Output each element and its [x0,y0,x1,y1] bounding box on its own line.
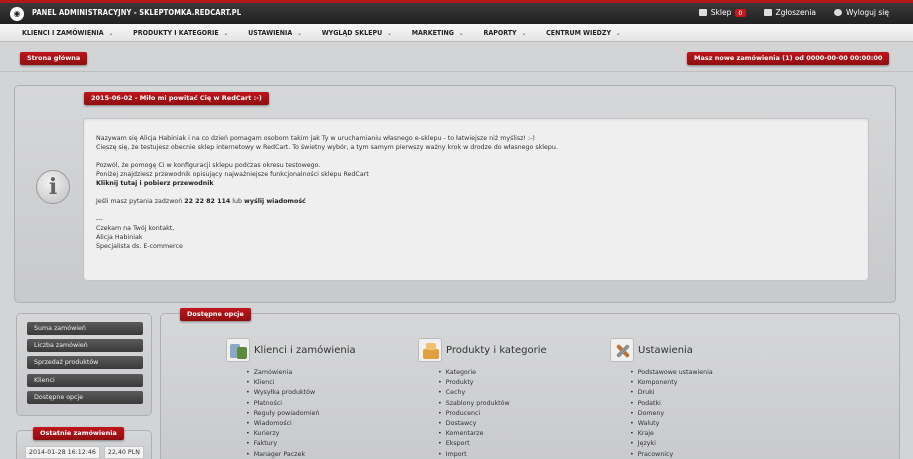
settings-tools-icon [610,338,634,362]
options-column-settings: Ustawienia Podstawowe ustawienia Kompone… [610,338,713,459]
option-link[interactable]: Zamówienia [246,368,356,378]
welcome-header: 2015-06-02 - Miło mi powitać Cię w RedCa… [84,92,269,105]
sidebar-item-clients[interactable]: Klienci [27,374,143,387]
welcome-line: Nazywam się Alicja Habiniak i na co dzie… [96,135,535,142]
menu-clients-orders[interactable]: KLIENCI I ZAMÓWIENIA ⌄ [22,29,113,37]
recent-orders-header: Ostatnie zamówienia [33,427,124,440]
option-link[interactable]: Waluty [630,419,713,429]
chevron-down-icon: ⌄ [108,30,114,37]
info-icon: i [36,170,70,204]
option-link[interactable]: Cechy [438,388,547,398]
option-link[interactable]: Producenci [438,409,547,419]
option-link[interactable]: Podatki [630,399,713,409]
options-column-title: Klienci i zamówienia [254,344,356,356]
tickets-link[interactable]: Zgłoszenia [763,8,817,17]
options-column-title: Ustawienia [638,344,693,356]
panel-title: PANEL ADMINISTRACYJNY - SKLEPTOMKA.REDCA… [32,8,242,17]
option-link[interactable]: Kraje [630,429,713,439]
menu-marketing[interactable]: MARKETING ⌄ [412,29,464,37]
option-link[interactable]: Wysyłka produktów [246,388,356,398]
option-link[interactable]: Eksport [438,439,547,449]
option-link[interactable]: Wiadomości [246,419,356,429]
option-link[interactable]: Dostawcy [438,419,547,429]
option-link[interactable]: Komponenty [630,378,713,388]
phone-number: 22 22 82 114 [184,198,231,205]
phone-line: Jeśli masz pytania zadzwoń 22 22 82 114 … [96,198,306,205]
chevron-down-icon: ⌄ [521,30,527,37]
shop-badge: 0 [735,8,746,17]
option-link[interactable]: Faktury [246,439,356,449]
customers-orders-icon [226,338,250,362]
options-column-clients: Klienci i zamówienia Zamówienia Klienci … [226,338,356,459]
option-link[interactable]: Reguły powiadomień [246,409,356,419]
sidebar-item-available-options[interactable]: Dostępne opcje [27,391,143,404]
sidebar-item-order-sum[interactable]: Suma zamówień [27,322,143,335]
sidebar: Suma zamówień Liczba zamówień Sprzedaż p… [16,313,152,416]
welcome-line: Specjalista ds. E-commerce [96,243,183,250]
logout-link[interactable]: Wyloguj się [834,8,889,17]
menu-settings[interactable]: USTAWIENIA ⌄ [248,29,302,37]
options-column-products: Produkty i kategorie Kategorie Produkty … [418,338,547,459]
option-link[interactable]: Języki [630,439,713,449]
options-header: Dostępne opcje [180,308,251,321]
send-message-link[interactable]: wyślij wiadomość [244,198,306,205]
welcome-line: Cieszę się, że testujesz obecnie sklep i… [96,144,558,151]
option-link[interactable]: Domeny [630,409,713,419]
option-link[interactable]: Import [438,450,547,459]
menu-products-categories[interactable]: PRODUKTY I KATEGORIE ⌄ [133,29,228,37]
order-amount: 22,40 PLN [103,446,144,459]
menu-reports[interactable]: RAPORTY ⌄ [484,29,527,37]
tickets-label: Zgłoszenia [775,8,817,17]
welcome-line: --- [96,216,103,223]
option-link[interactable]: Płatności [246,399,356,409]
menu-shop-appearance[interactable]: WYGLĄD SKLEPU ⌄ [322,29,392,37]
option-link[interactable]: Klienci [246,378,356,388]
options-column-title: Produkty i kategorie [446,344,547,356]
chevron-down-icon: ⌄ [223,30,229,37]
chevron-down-icon: ⌄ [458,30,464,37]
welcome-line: Czekam na Twój kontakt, [96,225,175,232]
divider [0,71,913,72]
welcome-line: Alicja Habiniak [96,234,143,241]
guide-download-link[interactable]: Kliknij tutaj i pobierz przewodnik [96,180,214,187]
sidebar-item-product-sales[interactable]: Sprzedaż produktów [27,356,143,369]
monitor-icon [698,9,707,16]
welcome-line: Pozwól, że pomogę Ci w konfiguracji skle… [96,162,321,169]
option-link[interactable]: Komentarze [438,429,547,439]
recent-order-row[interactable]: 2014-01-28 16:12:46 22,40 PLN [25,446,144,459]
products-categories-icon [418,338,442,362]
chevron-down-icon: ⌄ [387,30,392,37]
order-date: 2014-01-28 16:12:46 [25,446,100,459]
home-button[interactable]: Strona główna [20,52,88,65]
option-link[interactable]: Kategorie [438,368,547,378]
option-link[interactable]: Manager Paczek [246,450,356,459]
option-link[interactable]: Druki [630,388,713,398]
top-bar-actions: Sklep 0 Zgłoszenia Wyloguj się [698,8,889,17]
option-link[interactable]: Kurierzy [246,429,356,439]
menu-knowledge-center[interactable]: CENTRUM WIEDZY ⌄ [546,29,620,37]
chat-bubble-icon [763,9,772,16]
option-link[interactable]: Produkty [438,378,547,388]
welcome-line: Poniżej znajdziesz przewodnik opisujący … [96,171,369,178]
shop-link[interactable]: Sklep 0 [698,8,746,17]
power-icon [834,9,843,16]
option-link[interactable]: Podstawowe ustawienia [630,368,713,378]
chevron-down-icon: ⌄ [616,30,621,37]
shop-label: Sklep [710,8,732,17]
option-link[interactable]: Pracownicy [630,450,713,459]
option-link[interactable]: Szablony produktów [438,399,547,409]
sidebar-item-order-count[interactable]: Liczba zamówień [27,339,143,352]
main-menu: KLIENCI I ZAMÓWIENIA ⌄ PRODUKTY I KATEGOR… [0,24,913,42]
welcome-message: Nazywam się Alicja Habiniak i na co dzie… [83,118,869,281]
top-bar: ◉ PANEL ADMINISTRACYJNY - SKLEPTOMKA.RED… [0,0,913,24]
options-panel: Klienci i zamówienia Zamówienia Klienci … [160,313,900,459]
chevron-down-icon: ⌄ [297,30,302,37]
new-orders-button[interactable]: Masz nowe zamówienia (1) od 0000-00-00 0… [687,52,890,65]
redcart-logo-icon[interactable]: ◉ [10,7,24,21]
logout-label: Wyloguj się [846,8,889,17]
